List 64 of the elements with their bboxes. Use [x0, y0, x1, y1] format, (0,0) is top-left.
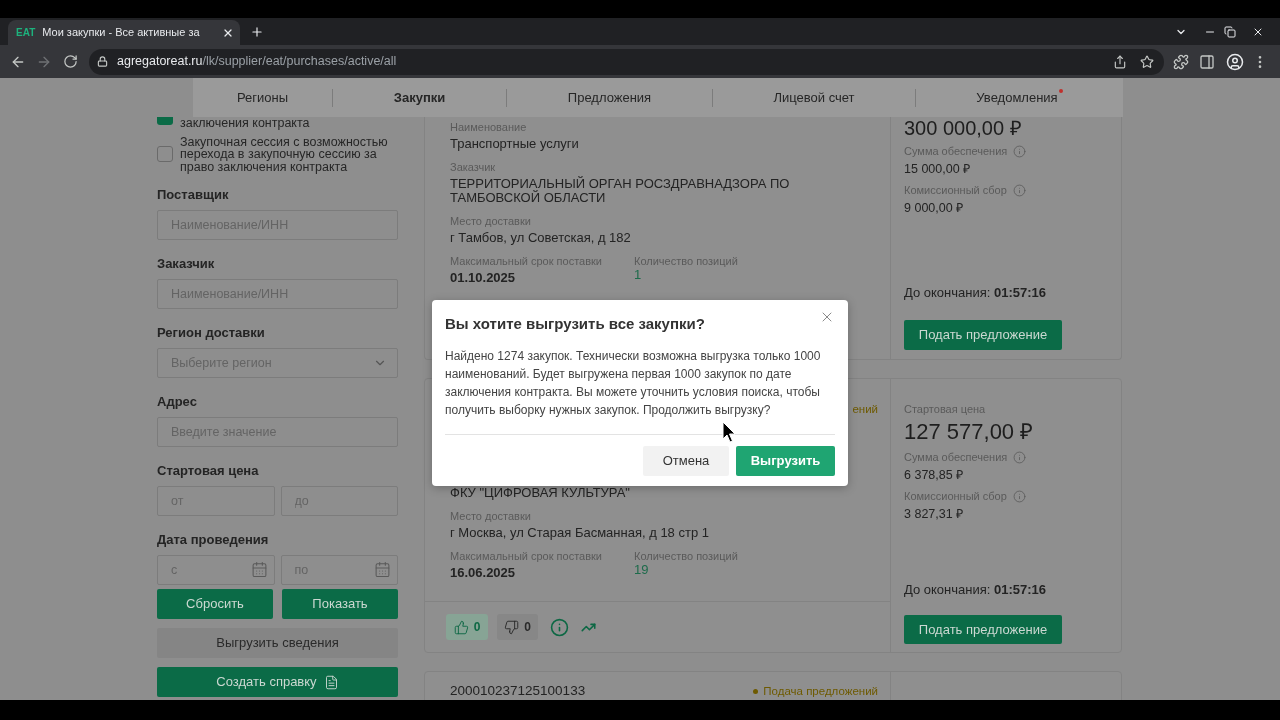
nav-tab[interactable]: Закупки [333, 78, 506, 117]
puzzle-icon[interactable] [1173, 53, 1189, 70]
field-value: ФКУ "ЦИФРОВАЯ КУЛЬТУРА" [450, 486, 631, 500]
delivery-date: 01.10.2025 [450, 271, 517, 285]
time-left: До окончания: 01:57:16 [904, 582, 1048, 598]
checkbox[interactable] [157, 117, 173, 125]
reset-button[interactable]: Сбросить [157, 589, 273, 619]
nav-tab[interactable]: Регионы [193, 78, 332, 117]
field-label: Стартовая цена [157, 463, 260, 479]
field-label: Поставщик [157, 187, 230, 203]
field-value: г Тамбов, ул Советская, д 182 [450, 231, 632, 245]
checkbox-label: Закупочная сессия с возможностью перехода в закупочную сессию за право заключения контракта [180, 135, 389, 173]
document-icon [323, 674, 339, 690]
time-left: До окончания: 01:57:16 [904, 285, 1048, 301]
security-amount: 15 000,00 ₽ [904, 162, 972, 176]
checkbox[interactable] [157, 146, 173, 163]
dialog-message: Найдено 1274 закупок. Технически возможна выгрузка только 1000 наименований. Будет выгружена первая 1000 закупок по дате заключения контракта. Вы можете уточнить условия поиска, чтобы получить выборку нужных закупок. Продолжить выгрузку? [445, 348, 822, 419]
field-value: ТЕРРИТОРИАЛЬНЫЙ ОРГАН РОСЗДРАВНАДЗОРА ПО ТАМБОВСКОЙ ОБЛАСТИ [450, 177, 791, 205]
site-logo: EAT [16, 27, 36, 38]
checkbox-label: заключения контракта [180, 117, 310, 130]
price: 300 000,00 ₽ [904, 117, 1023, 139]
status-label: ений [852, 402, 878, 416]
mouse-pointer-icon [722, 421, 736, 443]
create-report-button[interactable]: Создать справку [157, 667, 398, 697]
thumbs-down-icon [504, 619, 520, 635]
field-label: Дата проведения [157, 532, 270, 548]
like-button[interactable]: 0 [446, 614, 488, 640]
field-value: г Москва, ул Старая Басманная, д 18 стр 1 [450, 526, 710, 540]
nav-tab[interactable]: Уведомления [916, 78, 1123, 117]
field-label: Регион доставки [157, 325, 266, 341]
dialog-title: Вы хотите выгрузить все закупки? [445, 314, 705, 334]
plus-icon[interactable] [250, 25, 264, 39]
nav-tab[interactable]: Предложения [507, 78, 712, 117]
delivery-date: 16.06.2025 [450, 566, 517, 580]
status-label: Подача предложений [763, 684, 878, 698]
star-icon[interactable] [1140, 54, 1154, 69]
profile-icon[interactable] [1226, 52, 1244, 71]
fee-amount: 9 000,00 ₽ [904, 201, 965, 215]
restore-icon[interactable] [1224, 25, 1236, 38]
field-value: Транспортные услуги [450, 137, 580, 151]
field-label: Адрес [157, 394, 198, 410]
cancel-button[interactable]: Отмена [643, 446, 729, 476]
url-path: /lk/supplier/eat/purchases/active/all [202, 55, 397, 68]
address-bar[interactable]: agregatoreat.ru/lk/supplier/eat/purchases/active/all [89, 48, 1164, 75]
url-host: agregatoreat.ru [117, 55, 203, 68]
price: 127 577,00 ₽ [904, 419, 1035, 445]
field-label: Заказчик [157, 256, 216, 272]
tab-title: Мои закупки - Все активные за [42, 27, 200, 38]
nav-tab[interactable]: Лицевой счет [713, 78, 915, 117]
reload-icon[interactable] [63, 54, 78, 69]
submit-offer-button[interactable]: Подать предложение [904, 615, 1062, 644]
lock-icon [97, 56, 108, 67]
thumbs-up-icon [453, 619, 469, 635]
export-button[interactable]: Выгрузить сведения [157, 628, 398, 658]
fee-amount: 3 827,31 ₽ [904, 507, 965, 521]
export-confirm-button[interactable]: Выгрузить [736, 446, 835, 476]
submit-offer-button[interactable]: Подать предложение [904, 320, 1062, 350]
browser-tab[interactable]: EAT Мои закупки - Все активные за [8, 20, 240, 45]
dislike-button[interactable]: 0 [497, 614, 538, 640]
side-panel-icon[interactable] [1199, 53, 1215, 70]
purchase-number[interactable]: 200010237125100133 [450, 683, 586, 699]
share-icon[interactable] [1113, 54, 1127, 69]
security-amount: 6 378,85 ₽ [904, 468, 965, 482]
show-button[interactable]: Показать [282, 589, 398, 619]
